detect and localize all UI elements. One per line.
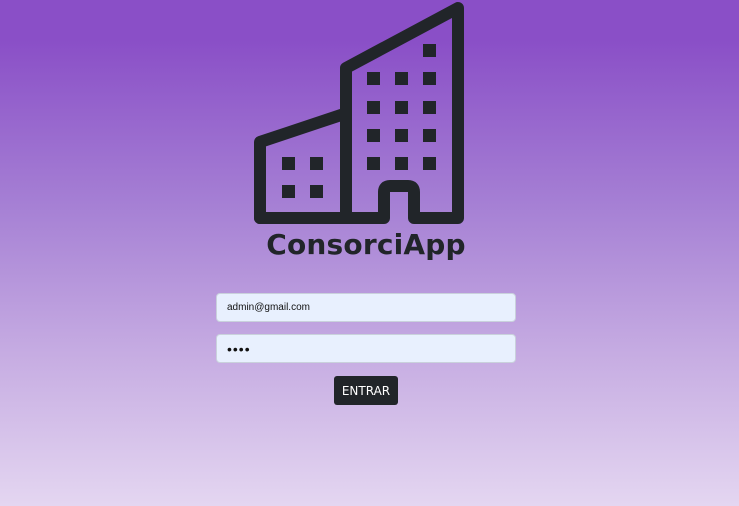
password-field[interactable] bbox=[216, 334, 516, 363]
building-icon bbox=[254, 2, 464, 224]
login-button[interactable]: ENTRAR bbox=[334, 376, 398, 405]
login-form: ENTRAR bbox=[216, 293, 516, 405]
email-field[interactable] bbox=[216, 293, 516, 322]
submit-row: ENTRAR bbox=[216, 376, 516, 405]
app-title: ConsorciApp bbox=[266, 228, 466, 261]
building-logo bbox=[252, 0, 468, 230]
